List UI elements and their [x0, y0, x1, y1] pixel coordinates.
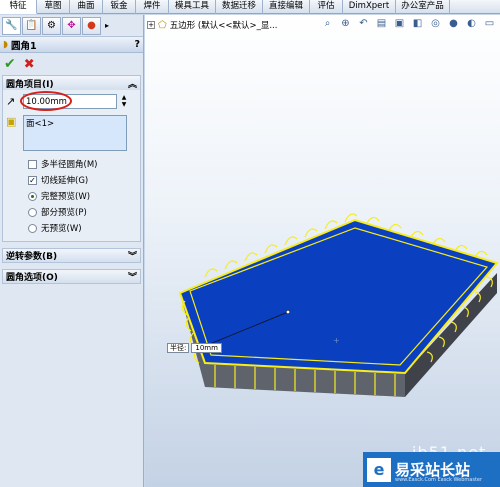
site-logo-subtext: www.Easck.Com Easck Webmaster	[395, 477, 483, 483]
fillet-items-title: 圆角项目(I)	[6, 79, 54, 90]
feature-title: 圆角1	[11, 40, 37, 52]
tab-dimxpert[interactable]: DimXpert	[343, 0, 396, 14]
expand-chevron-icon[interactable]: ︾	[128, 270, 137, 283]
expand-chevron-icon[interactable]: ︾	[128, 249, 137, 262]
multi-radius-option[interactable]: 多半径圆角(M)	[6, 156, 137, 172]
tab-data-migration[interactable]: 数据迁移	[216, 0, 263, 14]
radius-spinner[interactable]: ▲ ▼	[120, 94, 128, 109]
setback-parameters-header[interactable]: 逆转参数(B) ︾	[2, 248, 141, 263]
no-preview-label: 无预览(W)	[41, 224, 82, 234]
setback-parameters-title: 逆转参数(B)	[6, 252, 58, 262]
pentagon-model[interactable]: +	[145, 15, 500, 487]
tab-sketch[interactable]: 草图	[37, 0, 70, 14]
tab-surfaces[interactable]: 曲面	[70, 0, 103, 14]
tab-direct-editing[interactable]: 直接编辑	[263, 0, 310, 14]
no-preview-option[interactable]: 无预览(W)	[6, 220, 137, 236]
face-selection-block: ▣ 面<1>	[6, 115, 137, 151]
site-logo: e 易采站长站 www.Easck.Com Easck Webmaster	[363, 452, 500, 487]
full-preview-radio[interactable]	[28, 191, 37, 201]
help-button[interactable]: ?	[134, 39, 140, 50]
dimxpert-manager-icon[interactable]: ✥	[62, 16, 81, 35]
fillet-items-header[interactable]: 圆角项目(I) ︽	[3, 76, 140, 90]
more-tabs-icon[interactable]: ▸	[102, 17, 112, 35]
tab-office-products[interactable]: 办公室产品	[396, 0, 450, 14]
property-manager: 🔧 📋 ⚙ ✥ ● ▸ ◗ 圆角1 ? ✔ ✖ 圆角项目(I) ︽ ↗ ▲▼ ▣	[0, 15, 144, 487]
tangent-propagation-label: 切线延伸(G)	[41, 176, 89, 186]
radius-callout-label: 半径:	[167, 343, 190, 353]
fillet-options-title: 圆角选项(O)	[6, 273, 58, 283]
full-preview-option[interactable]: 完整预览(W)	[6, 188, 137, 204]
command-tabs: 特征 草图 曲面 钣金 焊件 模具工具 数据迁移 直接编辑 评估 DimXper…	[0, 0, 500, 14]
feature-title-bar: ◗ 圆角1 ?	[0, 37, 143, 53]
fillet-options-header[interactable]: 圆角选项(O) ︾	[2, 269, 141, 284]
cancel-button[interactable]: ✖	[24, 57, 35, 72]
property-manager-icon[interactable]: 📋	[22, 16, 41, 35]
multi-radius-label: 多半径圆角(M)	[41, 160, 98, 170]
top-face[interactable]	[178, 218, 499, 375]
tab-sheet-metal[interactable]: 钣金	[103, 0, 136, 14]
ok-cancel-row: ✔ ✖	[0, 53, 143, 75]
configuration-manager-icon[interactable]: ⚙	[42, 16, 61, 35]
fillet-items-group: 圆角项目(I) ︽ ↗ ▲▼ ▣ 面<1> 多半径圆角(M) ✓	[2, 75, 141, 242]
dimension-anchor	[285, 309, 291, 315]
site-logo-icon: e	[367, 457, 391, 482]
tangent-propagation-checkbox[interactable]: ✓	[28, 175, 37, 185]
display-manager-icon[interactable]: ●	[82, 16, 101, 35]
face-select-icon: ▣	[6, 115, 17, 128]
tab-mold-tools[interactable]: 模具工具	[169, 0, 216, 14]
collapse-chevron-icon[interactable]: ︽	[128, 77, 137, 90]
origin-marker: +	[333, 336, 340, 345]
ok-button[interactable]: ✔	[4, 56, 16, 72]
face-selection-list[interactable]: 面<1>	[23, 115, 127, 151]
radius-row: ↗ ▲▼	[6, 93, 137, 110]
partial-preview-option[interactable]: 部分预览(P)	[6, 204, 137, 220]
graphics-area[interactable]: + ⬠ 五边形 (默认<<默认>_显... ⌕ ⊕ ↶ ▤ ▣ ◧ ◎ ● ◐ …	[145, 15, 500, 487]
radius-icon: ↗	[6, 95, 16, 108]
list-item[interactable]: 面<1>	[26, 117, 124, 129]
tab-features[interactable]: 特征	[0, 0, 37, 14]
radius-callout-value[interactable]: 10mm	[191, 343, 222, 353]
partial-preview-radio[interactable]	[28, 207, 37, 217]
no-preview-radio[interactable]	[28, 223, 37, 233]
radius-input[interactable]	[23, 94, 117, 109]
manager-tabs: 🔧 📋 ⚙ ✥ ● ▸	[0, 15, 143, 37]
full-preview-label: 完整预览(W)	[41, 192, 91, 202]
fillet-icon: ◗	[3, 39, 9, 50]
tab-weldments[interactable]: 焊件	[136, 0, 169, 14]
feature-tree-icon[interactable]: 🔧	[2, 16, 21, 35]
multi-radius-checkbox[interactable]	[28, 159, 37, 169]
tab-evaluate[interactable]: 评估	[310, 0, 343, 14]
tangent-propagation-option[interactable]: ✓ 切线延伸(G)	[6, 172, 137, 188]
partial-preview-label: 部分预览(P)	[41, 208, 87, 218]
radius-callout[interactable]: 半径: 10mm	[167, 343, 222, 353]
